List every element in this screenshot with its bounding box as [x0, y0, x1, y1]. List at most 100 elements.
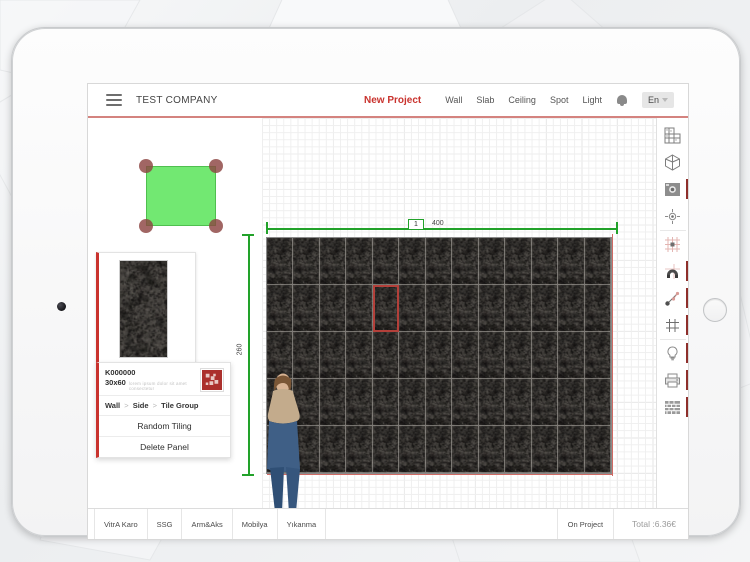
breadcrumb-wall[interactable]: Wall: [105, 401, 120, 410]
wall-tile[interactable]: [585, 332, 611, 379]
wall-tile[interactable]: [373, 238, 399, 285]
wall-tile[interactable]: [558, 426, 584, 473]
wall-tile[interactable]: [585, 379, 611, 426]
wall-tile[interactable]: [452, 285, 478, 332]
tile-context-popup[interactable]: K000000 30x60 lorem ipsum dolor sit amet…: [96, 362, 231, 458]
hamburger-icon[interactable]: [106, 94, 122, 106]
wall-tile[interactable]: [320, 238, 346, 285]
on-project-button[interactable]: On Project: [557, 509, 614, 539]
footer-tab-mobilya[interactable]: Mobilya: [233, 509, 278, 539]
wall-tile[interactable]: [346, 379, 372, 426]
room-handle-br[interactable]: [209, 219, 223, 233]
wall-tile[interactable]: [320, 426, 346, 473]
measure-icon[interactable]: [660, 285, 686, 311]
footer-tab-vitra-karo[interactable]: VitrA Karo: [94, 509, 148, 539]
wall-tile[interactable]: [293, 285, 319, 332]
wall-tile[interactable]: [532, 379, 558, 426]
brick-wall-icon[interactable]: [660, 394, 686, 420]
nav-spot[interactable]: Spot: [550, 95, 569, 105]
room-handle-tl[interactable]: [139, 159, 153, 173]
nav-wall[interactable]: Wall: [445, 95, 462, 105]
wall-tile[interactable]: [426, 379, 452, 426]
language-selector[interactable]: En: [642, 92, 674, 108]
wall-tile[interactable]: [505, 332, 531, 379]
tiled-wall[interactable]: [267, 238, 611, 473]
wall-tile[interactable]: [373, 426, 399, 473]
bell-icon[interactable]: [616, 94, 628, 107]
wall-tile[interactable]: [558, 238, 584, 285]
tile-layout-icon[interactable]: [660, 122, 686, 148]
design-canvas[interactable]: 1 400 260: [88, 118, 688, 509]
project-name[interactable]: New Project: [364, 95, 421, 106]
render-camera-icon[interactable]: [660, 176, 686, 202]
wall-tile[interactable]: [505, 379, 531, 426]
footer-tab-ssg[interactable]: SSG: [148, 509, 183, 539]
grid-lines-icon[interactable]: [660, 312, 686, 338]
wall-tile[interactable]: [320, 379, 346, 426]
wall-tile[interactable]: [479, 238, 505, 285]
wall-tile[interactable]: [426, 285, 452, 332]
wall-tile[interactable]: [399, 332, 425, 379]
grid-snap-icon[interactable]: [660, 230, 686, 257]
wall-tile[interactable]: [479, 285, 505, 332]
home-button[interactable]: [703, 298, 727, 322]
wall-tile[interactable]: [532, 332, 558, 379]
nav-ceiling[interactable]: Ceiling: [508, 95, 536, 105]
wall-tile[interactable]: [293, 238, 319, 285]
random-tiling-action[interactable]: Random Tiling: [99, 415, 230, 436]
wall-tile[interactable]: [532, 426, 558, 473]
wall-tile[interactable]: [452, 332, 478, 379]
wall-tile[interactable]: [346, 332, 372, 379]
wall-tile[interactable]: [267, 285, 293, 332]
wall-tile[interactable]: [452, 238, 478, 285]
room-shape[interactable]: [146, 166, 216, 226]
breadcrumb-tile-group[interactable]: Tile Group: [161, 401, 198, 410]
wall-tile[interactable]: [479, 379, 505, 426]
wall-tile[interactable]: [346, 285, 372, 332]
wall-tile[interactable]: [585, 285, 611, 332]
wall-tile[interactable]: [373, 285, 399, 332]
wall-tile[interactable]: [426, 332, 452, 379]
tile-swatch-icon[interactable]: [200, 368, 224, 392]
wall-tile[interactable]: [452, 379, 478, 426]
wall-tile[interactable]: [399, 379, 425, 426]
dimension-badge[interactable]: 1: [408, 219, 424, 230]
lightbulb-icon[interactable]: [660, 339, 686, 366]
footer-tab-yikanma[interactable]: Yıkanma: [278, 509, 327, 539]
room-handle-tr[interactable]: [209, 159, 223, 173]
nav-light[interactable]: Light: [582, 95, 602, 105]
cube-3d-icon[interactable]: [660, 149, 686, 175]
wall-tile[interactable]: [320, 332, 346, 379]
wall-tile[interactable]: [505, 285, 531, 332]
wall-tile[interactable]: [426, 426, 452, 473]
wall-tile[interactable]: [426, 238, 452, 285]
wall-tile[interactable]: [373, 332, 399, 379]
wall-tile[interactable]: [479, 332, 505, 379]
wall-tile[interactable]: [399, 238, 425, 285]
wall-tile[interactable]: [505, 426, 531, 473]
material-preview-card[interactable]: [96, 252, 196, 364]
delete-panel-action[interactable]: Delete Panel: [99, 436, 230, 457]
room-handle-bl[interactable]: [139, 219, 153, 233]
wall-tile[interactable]: [373, 379, 399, 426]
wall-tile[interactable]: [505, 238, 531, 285]
wall-tile[interactable]: [558, 332, 584, 379]
printer-icon[interactable]: [660, 367, 686, 393]
wall-tile[interactable]: [532, 238, 558, 285]
wall-tile[interactable]: [399, 285, 425, 332]
wall-tile[interactable]: [320, 285, 346, 332]
wall-tile[interactable]: [267, 238, 293, 285]
nav-slab[interactable]: Slab: [476, 95, 494, 105]
wall-tile[interactable]: [585, 238, 611, 285]
breadcrumb-side[interactable]: Side: [133, 401, 149, 410]
wall-tile[interactable]: [558, 379, 584, 426]
magnet-icon[interactable]: [660, 258, 686, 284]
wall-tile[interactable]: [346, 426, 372, 473]
wall-tile[interactable]: [479, 426, 505, 473]
wall-tile[interactable]: [558, 285, 584, 332]
wall-tile[interactable]: [532, 285, 558, 332]
footer-tab-arm-aks[interactable]: Arm&Aks: [182, 509, 232, 539]
wall-tile[interactable]: [452, 426, 478, 473]
wall-tile[interactable]: [346, 238, 372, 285]
wall-tile[interactable]: [399, 426, 425, 473]
